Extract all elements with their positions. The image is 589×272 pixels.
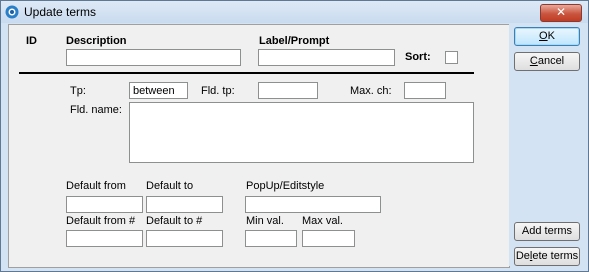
fld-tp-label: Fld. tp: [201,85,235,97]
window-title: Update terms [24,5,97,19]
cancel-accel: C [529,55,538,67]
sort-checkbox[interactable] [445,51,458,64]
cancel-rest: ancel [537,55,565,67]
popup-editstyle-input[interactable] [245,196,381,213]
default-from-num-label: Default from # [66,215,136,227]
label-prompt-input[interactable] [258,49,395,66]
max-ch-label: Max. ch: [350,85,392,97]
min-val-input[interactable] [245,230,297,247]
close-icon: ✕ [555,5,567,19]
sort-label: Sort: [405,51,431,63]
ok-accel: O [539,30,548,42]
id-label: ID [26,35,37,47]
default-to-num-input[interactable] [146,230,223,247]
title-bar: Update terms ✕ [1,1,588,23]
default-from-num-input[interactable] [66,230,143,247]
max-ch-input[interactable] [404,82,446,99]
label-prompt-label: Label/Prompt [259,35,330,47]
ok-button[interactable]: OK [514,27,580,46]
header-divider [19,72,474,74]
fld-name-label: Fld. name: [70,104,122,116]
delete-terms-button[interactable]: Delete terms [514,247,580,266]
max-val-input[interactable] [302,230,355,247]
add-terms-button[interactable]: Add terms [514,222,580,241]
default-to-num-label: Default to # [146,215,203,227]
max-val-label: Max val. [302,215,343,227]
default-to-label: Default to [146,180,194,192]
cancel-button[interactable]: Cancel [514,52,580,71]
tp-input[interactable] [129,82,188,99]
update-terms-window: Update terms ✕ ID Description Label/Prom… [0,0,589,272]
delete-pre: De [515,250,530,262]
form-area: ID Description Label/Prompt Sort: Tp: Fl… [8,24,510,268]
button-panel: OK Cancel Add terms Delete terms [509,24,583,266]
default-from-label: Default from [66,180,126,192]
ok-rest: K [547,30,555,42]
fld-name-textarea[interactable] [129,102,474,163]
popup-editstyle-label: PopUp/Editstyle [246,180,325,192]
delete-post: ete terms [532,250,579,262]
tp-label: Tp: [70,85,86,97]
min-val-label: Min val. [246,215,284,227]
fld-tp-input[interactable] [258,82,318,99]
description-label: Description [66,35,127,47]
default-from-input[interactable] [66,196,143,213]
description-input[interactable] [66,49,241,66]
close-button[interactable]: ✕ [540,4,582,22]
app-icon [5,5,19,19]
default-to-input[interactable] [146,196,223,213]
